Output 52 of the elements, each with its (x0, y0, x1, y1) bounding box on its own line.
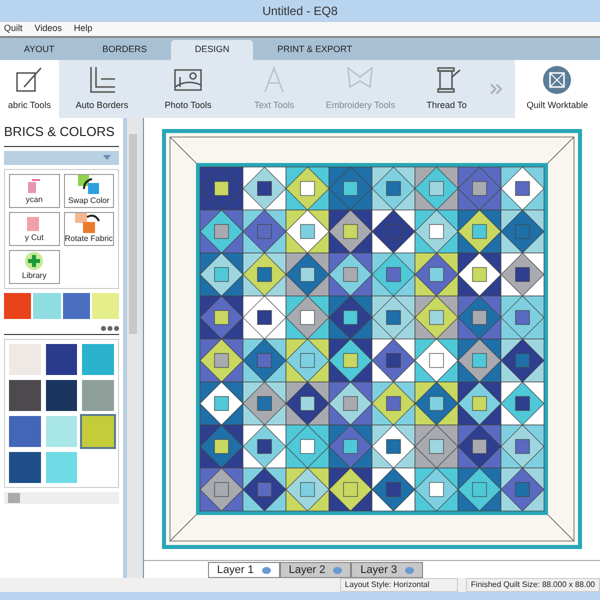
ribbon-tab[interactable]: DESIGN (170, 40, 254, 60)
panel-title: BRICS & COLORS (4, 122, 119, 146)
ribbon-tab[interactable]: AYOUT (0, 40, 78, 60)
status-text: Layout Style: Horizontal (340, 578, 458, 592)
fabric-swatch[interactable] (46, 380, 78, 410)
tool-button[interactable]: ycan (9, 174, 60, 208)
vertical-scrollbar[interactable] (127, 118, 139, 578)
scroll-thumb[interactable] (129, 134, 137, 334)
fabric-swatch[interactable] (46, 416, 78, 446)
layer-tab[interactable]: Layer 2 (280, 562, 352, 578)
scroll-thumb[interactable] (8, 492, 20, 502)
tool-button[interactable]: y Cut (9, 212, 60, 246)
fabric-swatch[interactable] (33, 292, 60, 318)
ribbon-button[interactable]: abric Tools (0, 60, 59, 118)
add-circle-icon (25, 252, 44, 270)
ribbon-button[interactable]: Auto Borders (58, 60, 146, 118)
menu-item[interactable]: Videos (34, 22, 62, 36)
ribbon-tab[interactable]: BORDERS (78, 40, 171, 60)
fabric-swatch[interactable] (4, 292, 32, 318)
fabric-swatch[interactable] (46, 452, 78, 482)
quilt-worktable-icon (542, 65, 572, 96)
fabric-swatch[interactable] (62, 292, 90, 318)
eye-icon (262, 566, 271, 574)
fabric-swatch[interactable] (9, 344, 41, 374)
worktable-button[interactable]: Quilt Worktable (514, 60, 600, 118)
horizontal-scrollbar[interactable] (4, 492, 119, 504)
ribbon-button[interactable]: Photo Tools (145, 60, 232, 118)
tool-button[interactable]: Rotate Fabric (64, 212, 114, 246)
window-title: Untitled - EQ8 (262, 3, 338, 20)
fabric-swatch[interactable] (92, 292, 119, 318)
tool-button[interactable]: Swap Color (64, 174, 114, 208)
ribbon-button[interactable]: Thread To (404, 60, 490, 118)
layer-tab[interactable]: Layer 1 (208, 562, 280, 578)
more-options-icon[interactable] (101, 326, 119, 330)
fabric-swatch[interactable] (82, 416, 114, 446)
menu-item[interactable]: Quilt (4, 22, 23, 36)
status-text: Finished Quilt Size: 88.000 x 88.00 (466, 578, 600, 592)
tool-button[interactable]: Library (9, 250, 60, 284)
fabric-swatch[interactable] (82, 380, 114, 410)
fabric-swatch[interactable] (9, 380, 41, 410)
double-chevron-icon[interactable] (490, 83, 503, 95)
eye-icon (333, 566, 342, 574)
fabric-swatch[interactable] (46, 344, 78, 374)
menu-item[interactable]: Help (74, 22, 92, 36)
eye-icon (405, 566, 414, 574)
layer-tab[interactable]: Layer 3 (351, 562, 424, 578)
swap-color-icon (78, 174, 100, 194)
fabric-swatch[interactable] (82, 344, 114, 374)
fabric-swatch[interactable] (9, 416, 41, 446)
ribbon-tab[interactable]: PRINT & EXPORT (253, 40, 376, 60)
fabric-swatch[interactable] (9, 452, 41, 482)
dropdown-triangle-icon[interactable] (103, 155, 111, 160)
